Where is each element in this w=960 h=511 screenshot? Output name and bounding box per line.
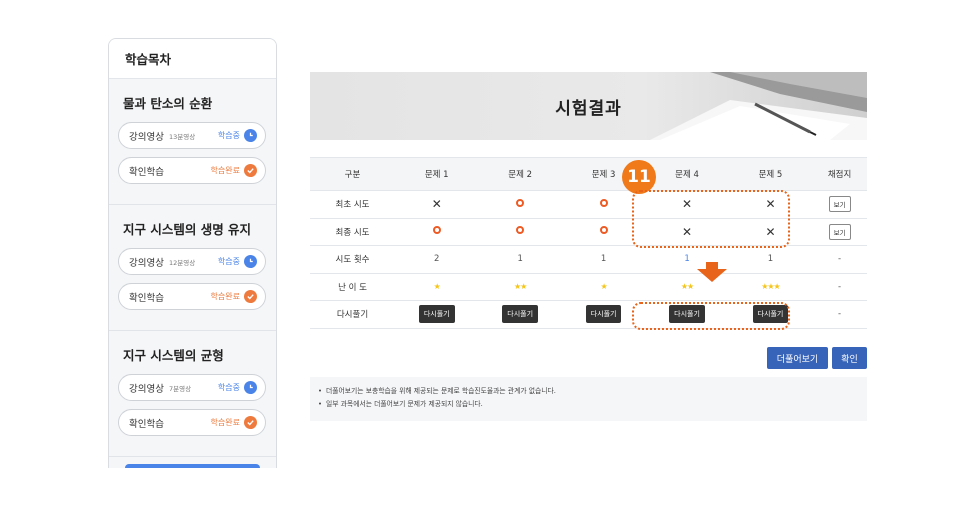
confirm-button[interactable]: 확인 — [832, 347, 867, 369]
view-cell: 보기 — [812, 218, 867, 246]
retry-button[interactable]: 다시풀기 — [502, 305, 539, 324]
status-label: 학습중 — [217, 131, 240, 140]
row-label: 최종 시도 — [310, 218, 395, 246]
clock-icon — [244, 381, 257, 394]
item-label: 강의영상 — [129, 257, 164, 269]
section-title: 물과 탄소의 순환 — [123, 96, 213, 111]
correct-mark — [478, 218, 562, 246]
check-study-item[interactable]: 확인학습 학습완료 — [118, 157, 266, 184]
sidebar-bottom-button[interactable] — [125, 464, 260, 468]
attempt-count: 1 — [478, 245, 562, 274]
correct-mark — [395, 218, 479, 246]
lecture-video-item[interactable]: 강의영상 12분영상 학습중 — [118, 248, 266, 275]
item-duration: 13분영상 — [168, 132, 196, 141]
check-study-item[interactable]: 확인학습 학습완료 — [118, 409, 266, 436]
difficulty-stars: ★★★ — [728, 273, 813, 301]
note-item: 일부 과목에서는 더풀어보기 문제가 제공되지 않습니다. — [318, 398, 859, 411]
empty-cell: - — [812, 300, 867, 329]
item-label: 강의영상 — [129, 131, 164, 143]
retry-cell: 다시풀기 — [478, 300, 562, 329]
check-icon — [244, 290, 257, 303]
sidebar: 학습목차 물과 탄소의 순환 강의영상 13분영상 학습중 확인학습 학습완료 … — [108, 38, 277, 468]
note-item: 더풀어보기는 보충학습을 위해 제공되는 문제로 학습진도율과는 관계가 없습니… — [318, 385, 859, 398]
column-header: 문제 4 — [645, 157, 729, 191]
attempt-count: 1 — [728, 245, 813, 274]
column-header: 문제 2 — [478, 157, 562, 191]
status-label: 학습완료 — [210, 418, 240, 427]
view-cell: 보기 — [812, 190, 867, 219]
column-header: 구분 — [310, 157, 395, 191]
check-icon — [244, 416, 257, 429]
difficulty-stars: ★★ — [478, 273, 562, 301]
item-label: 확인학습 — [129, 166, 164, 178]
highlight-box-retry — [632, 302, 790, 330]
row-label: 최초 시도 — [310, 190, 395, 219]
incorrect-mark: ✕ — [395, 190, 479, 219]
row-label: 난 이 도 — [310, 273, 395, 301]
attempt-count: 1 — [561, 245, 646, 274]
table-header-row: 구분 문제 1 문제 2 문제 3 문제 4 문제 5 채점지 — [310, 157, 867, 191]
lecture-video-item[interactable]: 강의영상 7분영상 학습중 — [118, 374, 266, 401]
retry-button[interactable]: 다시풀기 — [418, 305, 455, 324]
table-row-difficulty: 난 이 도 ★ ★★ ★ ★★ ★★★ - — [310, 273, 867, 301]
view-button[interactable]: 보기 — [828, 223, 851, 240]
table-row-attempt-count: 시도 횟수 2 1 1 1 1 - — [310, 245, 867, 274]
difficulty-stars: ★ — [561, 273, 646, 301]
status-label: 학습중 — [217, 257, 240, 266]
arrow-down-icon — [697, 262, 727, 282]
lecture-video-item[interactable]: 강의영상 13분영상 학습중 — [118, 122, 266, 149]
correct-mark — [478, 190, 562, 219]
item-label: 확인학습 — [129, 292, 164, 304]
item-label: 강의영상 — [129, 383, 164, 395]
empty-cell: - — [812, 245, 867, 274]
column-header: 문제 5 — [728, 157, 813, 191]
clock-icon — [244, 255, 257, 268]
step-badge: 11 — [622, 160, 656, 194]
more-practice-button[interactable]: 더풀어보기 — [767, 347, 828, 369]
status-label: 학습중 — [217, 383, 240, 392]
result-banner: 시험결과 — [310, 72, 867, 140]
section-title: 지구 시스템의 균형 — [123, 348, 224, 363]
item-duration: 12분영상 — [168, 258, 196, 267]
notes-box: 더풀어보기는 보충학습을 위해 제공되는 문제로 학습진도율과는 관계가 없습니… — [310, 377, 867, 421]
sidebar-title: 학습목차 — [109, 39, 276, 79]
item-label: 확인학습 — [129, 418, 164, 430]
difficulty-stars: ★ — [395, 273, 479, 301]
clock-icon — [244, 129, 257, 142]
status-label: 학습완료 — [210, 166, 240, 175]
retry-cell: 다시풀기 — [395, 300, 479, 329]
retry-button[interactable]: 다시풀기 — [585, 305, 622, 324]
row-label: 다시풀기 — [310, 300, 395, 329]
sidebar-section: 물과 탄소의 순환 강의영상 13분영상 학습중 확인학습 학습완료 — [109, 79, 276, 205]
empty-cell: - — [812, 273, 867, 301]
view-button[interactable]: 보기 — [828, 196, 851, 213]
sidebar-section: 지구 시스템의 생명 유지 강의영상 12분영상 학습중 확인학습 학습완료 — [109, 205, 276, 331]
column-header: 채점지 — [812, 157, 867, 191]
row-label: 시도 횟수 — [310, 245, 395, 274]
check-study-item[interactable]: 확인학습 학습완료 — [118, 283, 266, 310]
highlight-box-attempts — [632, 190, 790, 248]
column-header: 문제 1 — [395, 157, 479, 191]
attempt-count: 2 — [395, 245, 479, 274]
section-title: 지구 시스템의 생명 유지 — [123, 222, 252, 237]
sidebar-section: 지구 시스템의 균형 강의영상 7분영상 학습중 확인학습 학습완료 — [109, 331, 276, 457]
status-label: 학습완료 — [210, 292, 240, 301]
check-icon — [244, 164, 257, 177]
page-title: 시험결과 — [555, 99, 622, 119]
item-duration: 7분영상 — [168, 384, 192, 393]
